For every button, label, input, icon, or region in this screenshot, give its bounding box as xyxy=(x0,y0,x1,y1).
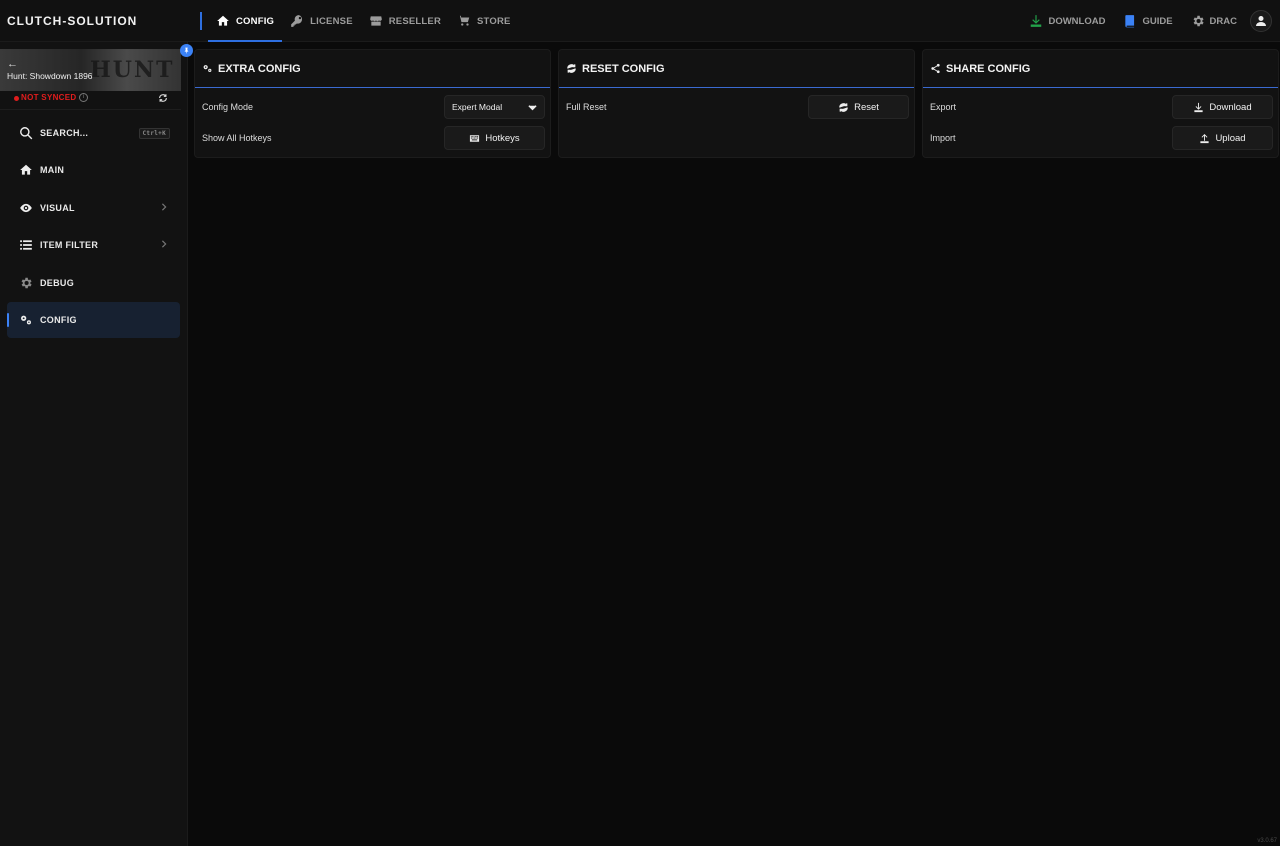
download-icon xyxy=(1194,102,1203,112)
eye-icon xyxy=(18,200,33,215)
import-label: Import xyxy=(930,133,956,143)
share-icon xyxy=(931,63,940,74)
config-mode-label: Config Mode xyxy=(202,102,254,112)
game-banner[interactable]: HUNT ← Hunt: Showdown 1896 xyxy=(0,49,181,91)
chevron-right-icon xyxy=(161,203,167,211)
home-icon xyxy=(18,163,33,178)
gear-icon xyxy=(18,275,33,290)
book-icon xyxy=(1125,15,1135,28)
config-mode-select[interactable]: Expert Modal xyxy=(444,95,545,119)
sidebar-menu: SEARCH... Ctrl+K MAIN VISUAL ITEM FILTER… xyxy=(7,115,180,339)
info-icon[interactable]: i xyxy=(79,93,88,102)
back-arrow-icon[interactable]: ← xyxy=(7,58,18,70)
cart-icon xyxy=(457,15,470,26)
guide-link[interactable]: GUIDE xyxy=(1116,14,1179,28)
top-right-actions: DOWNLOAD GUIDE DRAC xyxy=(1022,0,1272,42)
extra-config-panel: EXTRA CONFIG Config Mode Expert Modal Sh… xyxy=(194,49,551,158)
sidebar-item-label: VISUAL xyxy=(40,202,75,213)
pin-icon xyxy=(184,47,189,54)
sidebar: HUNT ← Hunt: Showdown 1896 NOT SYNCED i … xyxy=(0,42,193,846)
tab-config-label: CONFIG xyxy=(236,15,275,27)
sidebar-item-config[interactable]: CONFIG xyxy=(7,301,180,338)
avatar[interactable] xyxy=(1250,10,1272,32)
gears-icon xyxy=(203,65,212,72)
panel-title: RESET CONFIG xyxy=(582,62,665,75)
sidebar-item-label: ITEM FILTER xyxy=(40,240,99,251)
tab-license[interactable]: LICENSE xyxy=(282,0,361,42)
guide-link-label: GUIDE xyxy=(1142,15,1173,27)
home-icon xyxy=(217,15,229,26)
panel-header: SHARE CONFIG xyxy=(923,50,1278,88)
sidebar-divider xyxy=(0,109,181,110)
panel-header: EXTRA CONFIG xyxy=(195,50,550,88)
tab-license-label: LICENSE xyxy=(310,15,353,27)
tab-store-label: STORE xyxy=(477,15,511,27)
share-config-panel: SHARE CONFIG Export Download Import Uplo… xyxy=(922,49,1279,158)
user-name: DRAC xyxy=(1209,15,1237,27)
sidebar-item-label: DEBUG xyxy=(40,277,75,288)
download-link[interactable]: DOWNLOAD xyxy=(1022,14,1112,28)
chevron-down-icon xyxy=(528,105,537,111)
sidebar-item-item-filter[interactable]: ITEM FILTER xyxy=(7,227,180,263)
panel-header: RESET CONFIG xyxy=(559,50,914,88)
version-label: v3.0.67 xyxy=(1257,838,1277,844)
list-icon xyxy=(18,238,33,253)
tab-reseller[interactable]: RESELLER xyxy=(361,0,449,42)
upload-button-label: Upload xyxy=(1215,132,1246,144)
panel-title: SHARE CONFIG xyxy=(946,62,1031,75)
search-icon xyxy=(18,126,33,141)
download-button[interactable]: Download xyxy=(1172,95,1273,119)
tab-store[interactable]: STORE xyxy=(449,0,519,42)
reset-button-label: Reset xyxy=(854,101,879,113)
search-shortcut: Ctrl+K xyxy=(138,128,170,139)
refresh-icon xyxy=(567,64,576,73)
reset-button[interactable]: Reset xyxy=(808,95,909,119)
sidebar-item-label: MAIN xyxy=(40,165,65,176)
download-link-label: DOWNLOAD xyxy=(1048,15,1106,27)
export-label: Export xyxy=(930,102,957,112)
show-hotkeys-label: Show All Hotkeys xyxy=(202,133,272,143)
download-icon xyxy=(1031,15,1042,27)
tab-config[interactable]: CONFIG xyxy=(208,0,283,42)
sidebar-item-visual[interactable]: VISUAL xyxy=(7,190,180,226)
brand-logo: CLUTCH-SOLUTION xyxy=(7,14,138,28)
refresh-icon xyxy=(839,102,848,112)
game-name: Hunt: Showdown 1896 xyxy=(7,71,93,81)
config-mode-value: Expert Modal xyxy=(452,102,503,112)
gear-icon xyxy=(1193,15,1204,27)
user-settings[interactable]: DRAC xyxy=(1184,14,1244,28)
store-icon xyxy=(369,16,382,26)
user-icon xyxy=(1256,16,1266,26)
chevron-right-icon xyxy=(161,240,167,248)
gears-icon xyxy=(18,312,33,327)
sidebar-item-debug[interactable]: DEBUG xyxy=(7,265,180,301)
sidebar-search[interactable]: SEARCH... Ctrl+K xyxy=(7,115,180,151)
upload-icon xyxy=(1200,133,1210,143)
sidebar-item-main[interactable]: MAIN xyxy=(7,152,180,188)
upload-button[interactable]: Upload xyxy=(1172,126,1273,150)
key-icon xyxy=(291,15,303,27)
sync-status: NOT SYNCED xyxy=(21,93,77,102)
hotkeys-button-label: Hotkeys xyxy=(485,132,520,144)
top-bar: CLUTCH-SOLUTION CONFIG LICENSE RESELLER … xyxy=(0,0,1280,42)
main-nav: CONFIG LICENSE RESELLER STORE xyxy=(208,0,519,42)
tab-reseller-label: RESELLER xyxy=(388,15,442,27)
reset-config-panel: RESET CONFIG Full Reset Reset xyxy=(558,49,915,158)
keyboard-icon xyxy=(470,134,480,142)
sidebar-search-label: SEARCH... xyxy=(40,128,89,138)
sidebar-item-label: CONFIG xyxy=(40,314,77,325)
refresh-icon[interactable] xyxy=(158,93,168,103)
nav-divider xyxy=(200,12,202,30)
full-reset-label: Full Reset xyxy=(566,102,607,112)
game-banner-art: HUNT xyxy=(90,57,175,83)
hotkeys-button[interactable]: Hotkeys xyxy=(444,126,545,150)
panel-title: EXTRA CONFIG xyxy=(218,62,301,75)
status-dot xyxy=(14,96,19,101)
pin-button[interactable] xyxy=(180,44,193,57)
sync-status-row: NOT SYNCED i xyxy=(0,91,181,109)
download-button-label: Download xyxy=(1209,101,1252,113)
